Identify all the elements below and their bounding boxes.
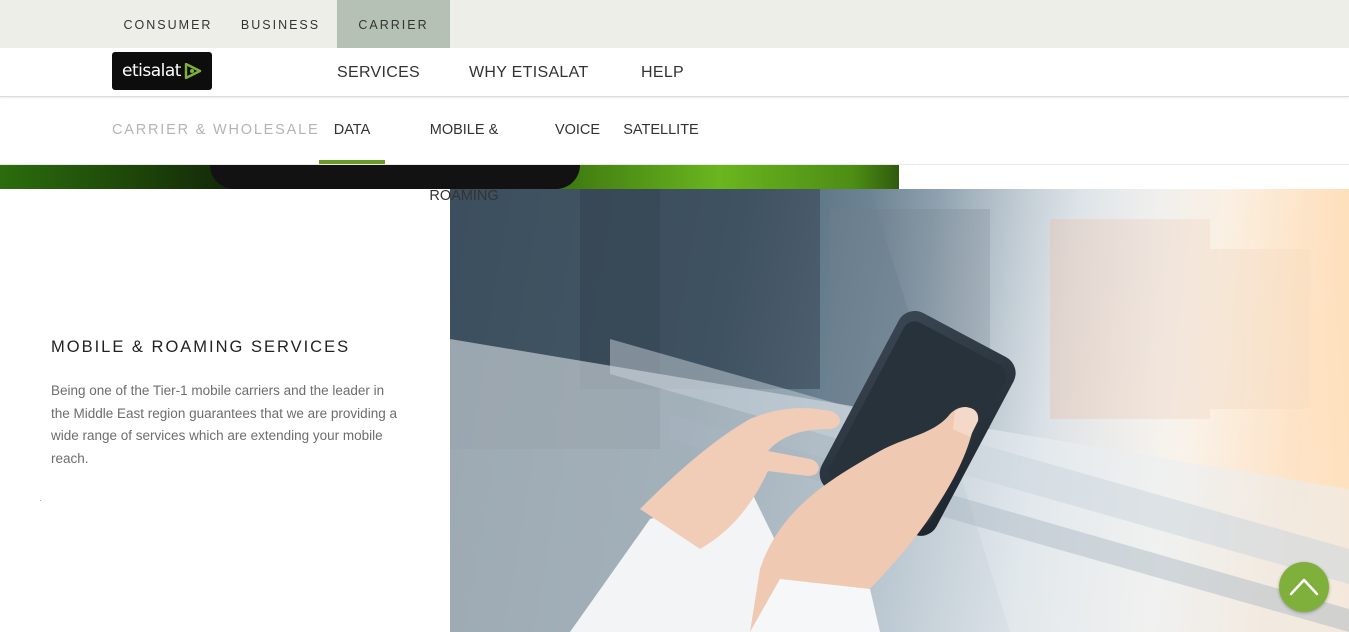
hands-phone-photo	[450, 189, 1349, 632]
photo-illustration	[450, 189, 1349, 632]
hero-figure-shape	[210, 165, 580, 189]
nav-help[interactable]: HELP	[641, 48, 684, 97]
logo-mark-icon	[184, 63, 202, 79]
decorative-dot	[40, 500, 41, 501]
main-nav: etisalat SERVICES WHY ETISALAT HELP	[0, 48, 1349, 97]
subnav-mobile-roaming[interactable]: MOBILE & ROAMING	[395, 97, 533, 204]
subnav-data[interactable]: DATA	[319, 97, 385, 165]
section-title: CARRIER & WHOLESALE	[112, 122, 320, 138]
content-text-panel: MOBILE & ROAMING SERVICES Being one of t…	[0, 189, 450, 632]
etisalat-logo[interactable]: etisalat	[112, 52, 212, 90]
section-heading: MOBILE & ROAMING SERVICES	[51, 338, 351, 356]
sub-nav: CARRIER & WHOLESALE DATA MOBILE & ROAMIN…	[0, 97, 1349, 204]
segment-bar: CONSUMER BUSINESS CARRIER	[0, 0, 1349, 48]
subnav-voice[interactable]: VOICE	[551, 97, 604, 165]
logo-text: etisalat	[122, 61, 181, 81]
segment-consumer[interactable]: CONSUMER	[112, 0, 224, 48]
chevron-up-icon	[1289, 578, 1319, 596]
scroll-to-top-button[interactable]	[1279, 562, 1329, 612]
subnav-satellite[interactable]: SATELLITE	[622, 97, 700, 165]
segment-business[interactable]: BUSINESS	[224, 0, 337, 48]
section-description: Being one of the Tier-1 mobile carriers …	[51, 383, 397, 467]
nav-why-etisalat[interactable]: WHY ETISALAT	[469, 48, 588, 97]
segment-carrier[interactable]: CARRIER	[337, 0, 450, 48]
nav-services[interactable]: SERVICES	[337, 48, 420, 97]
